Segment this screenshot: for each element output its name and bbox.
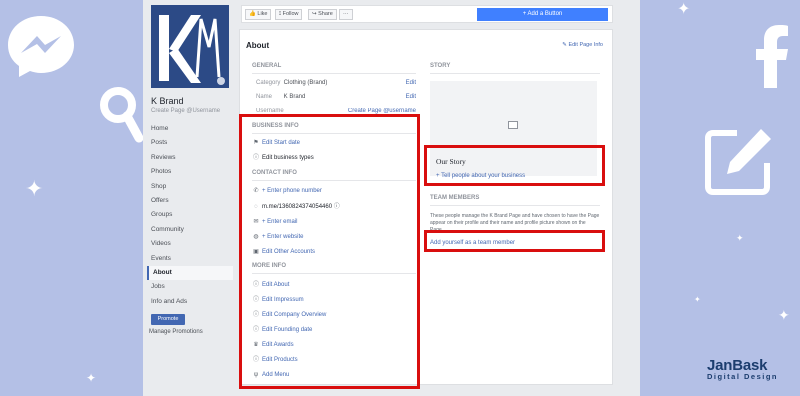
add-a-button[interactable]: + Add a Button — [477, 8, 608, 21]
messenger-icon — [8, 16, 74, 77]
facebook-icon — [756, 25, 788, 88]
search-icon — [100, 87, 144, 143]
nav-item-reviews[interactable]: Reviews — [147, 151, 233, 165]
nav-item-community[interactable]: Community — [147, 223, 233, 237]
divider — [252, 73, 416, 74]
edit-page-info-link[interactable]: ✎ Edit Page Info — [562, 42, 603, 48]
nav-item-offers[interactable]: Offers — [147, 194, 233, 208]
divider — [430, 205, 600, 206]
nav-item-about[interactable]: About — [147, 265, 233, 281]
rss-icon: ⟟ — [279, 11, 282, 17]
category-value: Clothing (Brand) — [283, 80, 328, 86]
name-key: Name — [256, 94, 273, 100]
image-icon — [508, 121, 518, 129]
create-username-link[interactable]: Create Page @Username — [151, 108, 220, 114]
highlight-box-our-story — [424, 145, 605, 186]
share-button[interactable]: ↪ Share — [308, 9, 337, 20]
pencil-icon: ✎ — [562, 42, 567, 48]
like-label: Like — [257, 11, 268, 17]
sparkle-icon: ✦ — [86, 371, 97, 385]
page-action-bar: 👍 Like ⟟ Follow ↪ Share ··· + Add a Butt… — [241, 5, 613, 23]
category-key: Category — [256, 80, 281, 86]
category-row: Category Clothing (Brand) Edit — [256, 80, 416, 86]
share-icon: ↪ — [312, 11, 317, 17]
page-profile-picture[interactable] — [151, 5, 229, 88]
sparkle-icon: ✦ — [694, 295, 701, 304]
sparkle-icon: ✦ — [736, 233, 744, 243]
follow-label: Follow — [282, 11, 299, 17]
k-brand-logo — [151, 5, 229, 88]
watermark-line2: Digital Design — [707, 372, 779, 381]
team-members-heading: TEAM MEMBERS — [430, 195, 480, 201]
edit-square-icon — [705, 129, 771, 195]
nav-item-photos[interactable]: Photos — [147, 165, 233, 179]
nav-item-jobs[interactable]: Jobs — [147, 280, 233, 294]
page-sidebar: K Brand Create Page @Username Home Posts… — [143, 0, 237, 396]
thumbs-up-icon: 👍 — [249, 11, 256, 17]
highlight-box-business-contact-more — [239, 114, 420, 389]
promote-button[interactable]: Promote — [151, 314, 185, 325]
edit-category-link[interactable]: Edit — [406, 80, 416, 86]
nav-item-shop[interactable]: Shop — [147, 180, 233, 194]
name-row: Name K Brand Edit — [256, 94, 416, 100]
divider — [430, 73, 600, 74]
nav-item-events[interactable]: Events — [147, 252, 233, 266]
nav-item-videos[interactable]: Videos — [147, 237, 233, 251]
page-name: K Brand — [151, 96, 184, 106]
follow-button[interactable]: ⟟ Follow — [275, 9, 303, 20]
edit-name-link[interactable]: Edit — [406, 94, 416, 100]
like-button[interactable]: 👍 Like — [245, 9, 272, 20]
edit-page-info-label: Edit Page Info — [568, 42, 603, 48]
sparkle-icon: ✦ — [778, 307, 790, 323]
story-heading: STORY — [430, 63, 451, 69]
nav-item-info-and-ads[interactable]: Info and Ads — [147, 295, 233, 309]
manage-promotions-link[interactable]: Manage Promotions — [149, 329, 203, 335]
sparkle-icon: ✦ — [25, 176, 44, 201]
nav-item-posts[interactable]: Posts — [147, 136, 233, 150]
nav-item-home[interactable]: Home — [147, 122, 233, 136]
sparkle-icon: ✦ — [677, 1, 691, 18]
nav-item-groups[interactable]: Groups — [147, 208, 233, 222]
page-nav: Home Posts Reviews Photos Shop Offers Gr… — [147, 122, 233, 309]
highlight-box-team-member — [424, 230, 605, 252]
share-label: Share — [318, 11, 333, 17]
more-options-button[interactable]: ··· — [339, 9, 353, 20]
name-value: K Brand — [283, 94, 306, 100]
general-heading: GENERAL — [252, 63, 282, 69]
janbask-watermark: JanBask Digital Design — [707, 357, 778, 381]
page-title: About — [246, 41, 270, 50]
